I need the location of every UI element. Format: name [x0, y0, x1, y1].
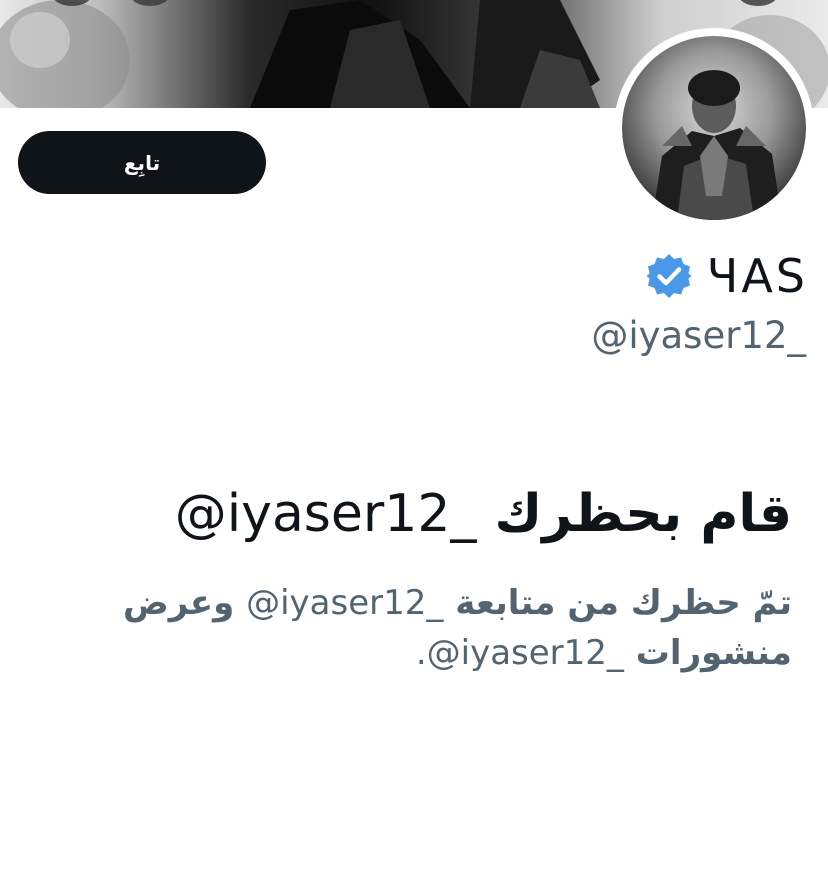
blocked-desc-end: .	[415, 633, 427, 673]
profile-avatar[interactable]	[614, 28, 814, 228]
profile-name-row: ЧAS	[645, 248, 808, 304]
profile-handle: @iyaser12_	[591, 314, 806, 357]
blocked-title-text: قام بحظرك	[494, 484, 792, 544]
avatar-image	[622, 36, 806, 220]
blocked-desc-handle1: @iyaser12_	[246, 583, 444, 623]
verified-badge-icon	[645, 252, 693, 300]
blocked-desc-handle2: @iyaser12_	[426, 633, 624, 673]
display-name: ЧAS	[706, 249, 808, 303]
blocked-title: قام بحظرك @iyaser12_	[32, 478, 792, 550]
blocked-desc-part1: تمّ حظرك من متابعة	[455, 583, 792, 623]
blocked-description: تمّ حظرك من متابعة @iyaser12_ وعرض منشور…	[32, 578, 792, 678]
follow-button[interactable]: تابِع	[18, 131, 266, 194]
blocked-title-handle: @iyaser12_	[174, 484, 477, 544]
